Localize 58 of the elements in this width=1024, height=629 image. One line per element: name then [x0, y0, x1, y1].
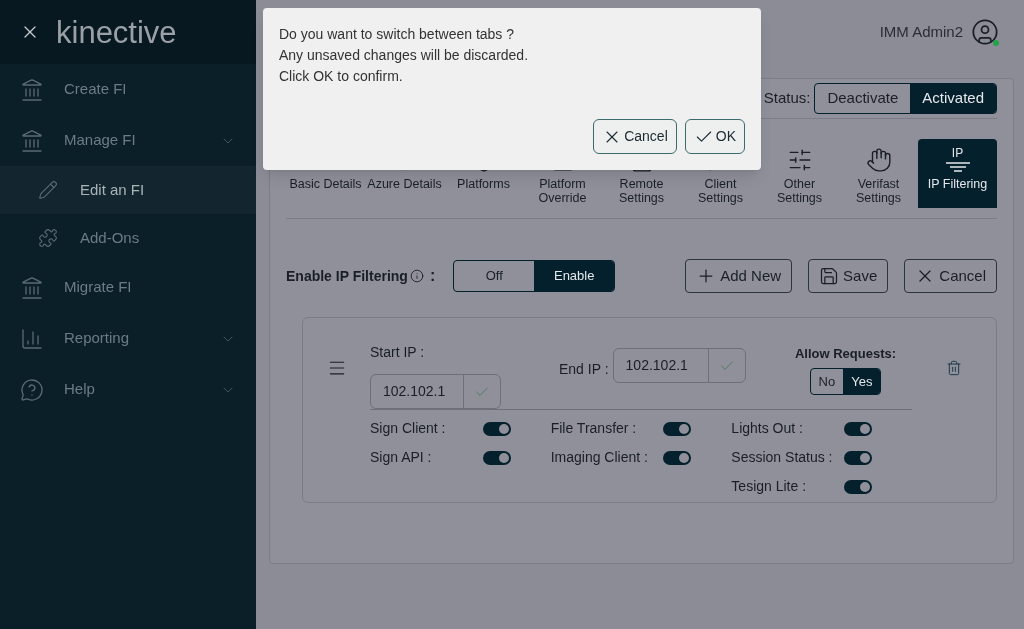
help-bubble-icon	[20, 377, 44, 402]
dialog-button[interactable]: OK	[684, 119, 745, 154]
ip-filtering-label: Enable IP Filtering	[286, 266, 408, 286]
segment-option[interactable]: Off	[454, 261, 535, 291]
toggle-label: Sign Client :	[370, 419, 446, 438]
toggle-switch[interactable]	[663, 450, 692, 465]
status-label: Status:	[763, 88, 811, 109]
user-name: IMM Admin2	[879, 21, 963, 42]
dialog-message: Click OK to confirm.	[279, 67, 404, 86]
settings-tab[interactable]: Other Settings	[760, 139, 839, 208]
nav-item[interactable]: Migrate FI	[0, 262, 256, 313]
end-ip-field[interactable]: 102.102.1	[612, 348, 746, 383]
action-button[interactable]: Save	[808, 259, 889, 293]
segment-option[interactable]: Yes	[843, 368, 881, 394]
nav-item[interactable]: Reporting	[0, 313, 256, 364]
segment-option[interactable]: Activated	[910, 84, 996, 113]
nav-subitem[interactable]: Edit an FI	[0, 166, 256, 214]
info-icon[interactable]	[409, 269, 424, 283]
dialog-button[interactable]: Cancel	[593, 119, 677, 154]
start-ip-label: Start IP :	[370, 344, 425, 360]
start-ip-field[interactable]: 102.102.1	[370, 374, 501, 409]
toggle-switch[interactable]	[844, 479, 872, 494]
toggle-switch[interactable]	[482, 421, 511, 436]
toggle-label: Tesign Lite :	[731, 477, 807, 496]
nav-item[interactable]: Manage FI	[0, 115, 256, 166]
trash-icon[interactable]	[946, 360, 962, 376]
toggle-label: File Transfer :	[550, 419, 637, 438]
nav-item[interactable]: Create FI	[0, 64, 256, 115]
hand-icon	[865, 147, 892, 173]
toggle-switch[interactable]	[844, 421, 872, 436]
settings-tab[interactable]: IP IP Filtering	[918, 139, 997, 208]
toggle-label: Imaging Client :	[550, 448, 648, 467]
pencil-icon	[38, 180, 58, 200]
user-avatar-icon[interactable]	[971, 18, 999, 46]
segment-option[interactable]: Enable	[534, 261, 615, 291]
dialog-message: Do you want to switch between tabs ?	[279, 25, 516, 44]
allow-requests-label: Allow Requests:	[794, 345, 897, 363]
save-icon	[819, 266, 840, 286]
dialog-message: Any unsaved changes will be discarded.	[279, 46, 530, 65]
toggle-label: Sign API :	[370, 448, 432, 467]
puzzle-icon	[38, 228, 58, 248]
colon-text: :	[429, 266, 436, 286]
end-ip-label: End IP :	[559, 360, 609, 379]
filter-lines-icon	[944, 159, 971, 173]
action-button[interactable]: Add New	[685, 259, 793, 293]
brand-logo: kinective	[56, 16, 177, 48]
toggle-switch[interactable]	[663, 421, 692, 436]
action-button[interactable]: Cancel	[904, 259, 997, 293]
toggle-label: Lights Out :	[731, 419, 803, 438]
segment-option[interactable]: Deactivate	[815, 84, 911, 113]
toggle-switch[interactable]	[844, 450, 872, 465]
nav-item[interactable]: Help	[0, 364, 256, 415]
segment-option[interactable]: No	[810, 368, 844, 394]
settings-tab[interactable]: Verifast Settings	[839, 139, 918, 208]
nav-subitem[interactable]: Add-Ons	[0, 214, 256, 262]
toggle-switch[interactable]	[482, 450, 511, 465]
ip-text: IP	[951, 147, 964, 159]
toggle-label: Session Status :	[731, 448, 833, 467]
